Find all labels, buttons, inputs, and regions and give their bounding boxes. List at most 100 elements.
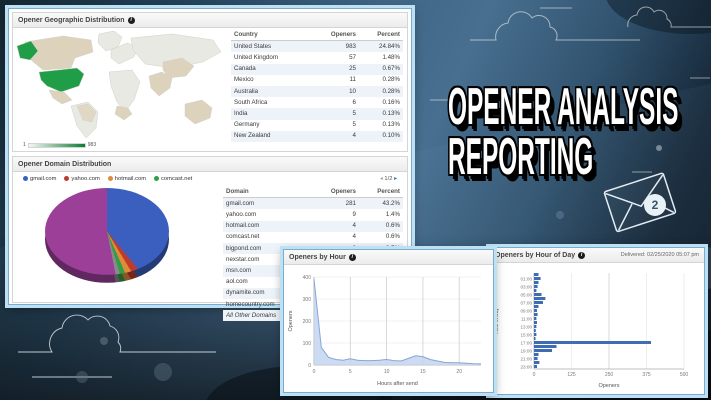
hour-bar[interactable] [534,349,552,352]
svg-text:375: 375 [642,372,651,378]
table-row: Mexico110.28% [231,75,403,86]
svg-text:03:00: 03:00 [521,285,533,290]
hour-bar[interactable] [534,357,538,360]
openers-by-hour-of-day-chart: 012525037550001:0003:0005:0007:0009:0011… [490,263,702,393]
pie-legend: gmail.com yahoo.com hotmail.com comcast.net… [13,172,407,185]
svg-text:0: 0 [308,363,311,369]
hour-bar[interactable] [534,337,536,340]
table-row: Australia100.28% [231,86,403,97]
hour-bar[interactable] [534,325,536,328]
geo-panel-header: Opener Geographic Distribution i [13,13,407,28]
map-country-mexico[interactable] [49,90,72,104]
hour-bar[interactable] [534,281,539,284]
svg-text:15:00: 15:00 [521,333,533,338]
hour-bar[interactable] [534,301,543,304]
world-map-svg [13,28,227,140]
svg-text:Openers: Openers [598,383,619,389]
svg-text:125: 125 [567,372,576,378]
legend-dot-icon [64,176,69,181]
svg-text:300: 300 [303,297,312,303]
svg-text:23:00: 23:00 [521,365,533,370]
hour-bar[interactable] [534,309,537,312]
table-row: India50.13% [231,108,403,119]
svg-text:07:00: 07:00 [521,301,533,306]
table-row: hotmail.com40.6% [223,221,403,232]
svg-text:200: 200 [303,319,312,325]
hour-bar[interactable] [534,289,536,292]
pie-surface[interactable] [45,188,169,275]
legend-item[interactable]: hotmail.com [108,176,146,182]
delivered-timestamp: Delivered: 02/25/2020 05:07 pm [621,252,699,258]
map-legend-max: 983 [88,142,96,148]
pager-left-icon: ◂ [380,176,383,182]
hero-page: { "icons": { "info": "i", "pager_left": … [0,0,711,400]
table-header-row: DomainOpenersPercent [223,186,403,198]
svg-text:400: 400 [303,275,312,281]
svg-text:05:00: 05:00 [521,293,533,298]
hour-bar[interactable] [534,277,541,280]
openers-by-hour-of-day-window: Openers by Hour of Day i Delivered: 02/2… [489,247,705,395]
hour-bar[interactable] [534,341,651,344]
hero-title: OPENER ANALYSIS REPORTING [448,82,711,182]
hour-panel-header: Openers by Hour i [284,250,493,265]
hour-bar[interactable] [534,361,539,364]
svg-text:19:00: 19:00 [521,349,533,354]
svg-text:5: 5 [349,369,352,375]
map-color-legend: 1 983 [23,142,96,148]
info-icon[interactable]: i [349,254,356,261]
cloud-outline-icon [470,7,711,40]
table-row: United States98324.84% [231,41,403,52]
table-row: comcast.net40.6% [223,232,403,243]
map-country-us[interactable] [39,68,84,92]
table-row: Canada250.67% [231,64,403,75]
svg-text:20: 20 [456,369,462,375]
svg-text:21:00: 21:00 [521,357,533,362]
hour-bar[interactable] [534,305,539,308]
hour-bar[interactable] [534,293,542,296]
hour-bar[interactable] [534,317,536,320]
hero-title-line2: REPORTING [448,132,678,182]
map-country-australia[interactable] [185,100,212,124]
map-legend-min: 1 [23,142,26,148]
hour-bar[interactable] [534,285,538,288]
pie-legend-pager[interactable]: ◂ 1/2 ▸ [380,176,397,182]
hour-bar[interactable] [534,345,557,348]
table-row: yahoo.com91.4% [223,209,403,220]
svg-text:Openers: Openers [288,310,294,331]
legend-item[interactable]: gmail.com [23,176,56,182]
area-series [314,279,481,365]
domain-panel-title: Opener Domain Distribution [18,161,111,168]
legend-dot-icon [154,176,159,181]
hour-bar[interactable] [534,365,537,368]
svg-text:0: 0 [313,369,316,375]
area-line [314,279,481,364]
hour-bar[interactable] [534,273,539,276]
svg-text:01:00: 01:00 [521,277,533,282]
table-row: New Zealand40.10% [231,131,403,142]
hour-bar[interactable] [534,297,545,300]
geo-table: CountryOpenersPercentUnited States98324.… [229,28,407,151]
geo-panel-title: Opener Geographic Distribution [18,17,125,24]
envelope-badge [644,194,666,216]
svg-text:100: 100 [303,341,312,347]
info-icon[interactable]: i [128,17,135,24]
hour-panel-title: Openers by Hour [289,254,346,261]
svg-text:250: 250 [605,372,614,378]
openers-by-hour-chart: 010020030040005101520Hours after sendOpe… [284,265,489,391]
cloud-silhouette [605,0,711,34]
info-icon[interactable]: i [578,252,585,259]
legend-item[interactable]: yahoo.com [64,176,99,182]
hour-bar[interactable] [534,321,537,324]
hour-bar[interactable] [534,353,539,356]
hour-bar[interactable] [534,329,536,332]
svg-text:09:00: 09:00 [521,309,533,314]
hour-bar[interactable] [534,333,536,336]
map-country-south-africa[interactable] [115,106,132,120]
svg-text:15: 15 [420,369,426,375]
svg-text:500: 500 [680,372,689,378]
hour-bar[interactable] [534,313,538,316]
legend-item[interactable]: comcast.net [154,176,192,182]
legend-dot-icon [23,176,28,181]
table-row: South Africa60.16% [231,97,403,108]
map-legend-gradient [28,143,86,148]
